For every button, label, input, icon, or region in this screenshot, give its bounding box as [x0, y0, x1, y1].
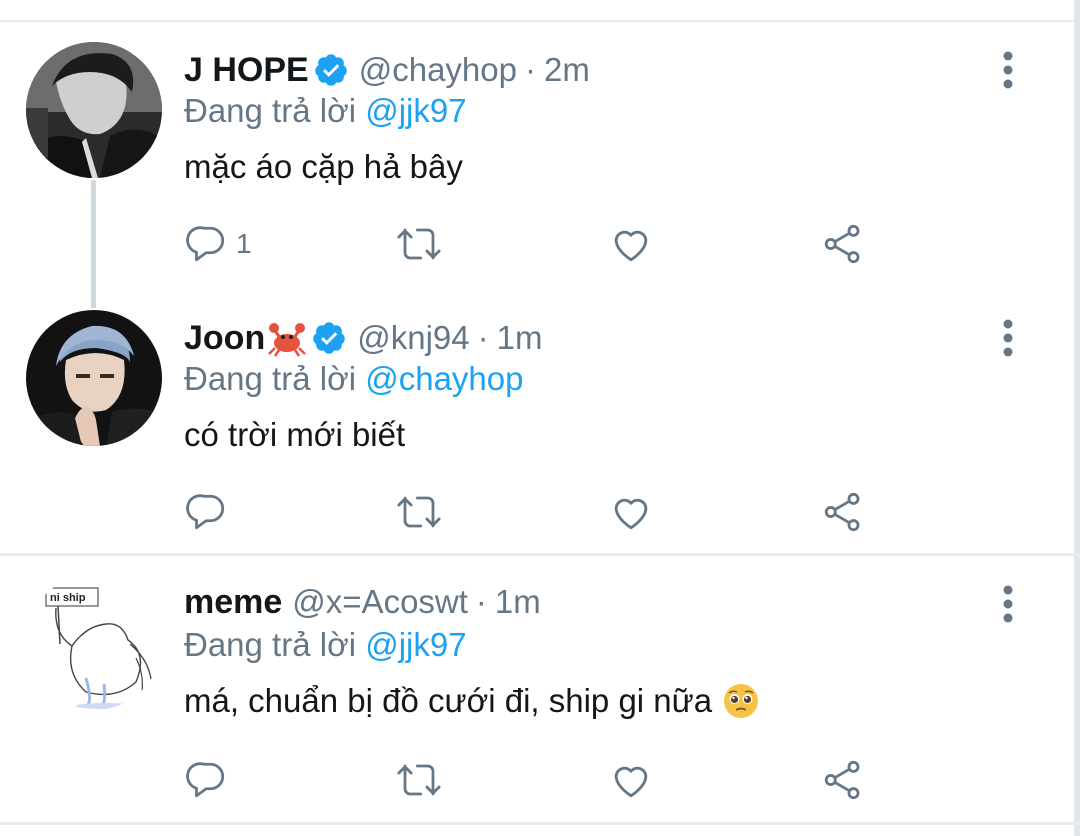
share-icon: [824, 760, 860, 800]
display-name[interactable]: J HOPE: [184, 51, 309, 90]
timestamp[interactable]: 1m: [495, 583, 541, 621]
mention-link[interactable]: @jjk97: [365, 92, 466, 129]
reply-button[interactable]: [186, 490, 228, 534]
replying-to-label: Đang trả lời: [184, 626, 357, 663]
replying-to: Đang trả lời @jjk97: [184, 92, 467, 130]
avatar-sign-text: ni ship: [50, 592, 86, 604]
more-icon[interactable]: [994, 50, 1022, 90]
handle[interactable]: @chayhop: [359, 51, 517, 89]
retweet-button[interactable]: [396, 222, 442, 266]
tweet-text-content: mặc áo cặp hả bây: [184, 148, 463, 185]
crab-emoji: [267, 318, 307, 358]
tweet-divider: [0, 822, 1080, 825]
mention-link[interactable]: @jjk97: [365, 626, 466, 663]
retweet-button[interactable]: [396, 758, 442, 802]
like-button[interactable]: [610, 758, 652, 802]
retweet-icon: [397, 496, 441, 528]
separator-dot: ·: [475, 583, 487, 620]
reply-button[interactable]: 1: [186, 222, 252, 266]
share-icon: [824, 224, 860, 264]
reply-icon: [186, 762, 225, 798]
verified-badge-icon: [311, 320, 347, 356]
more-icon[interactable]: [994, 318, 1022, 358]
tweet-text: mặc áo cặp hả bây: [184, 148, 463, 186]
reply-icon: [186, 226, 225, 262]
tweet-text: má, chuẩn bị đồ cưới đi, ship gi nữa: [184, 682, 760, 720]
scrollbar-track[interactable]: [1074, 0, 1080, 836]
avatar[interactable]: [26, 310, 162, 446]
like-button[interactable]: [610, 490, 652, 534]
handle[interactable]: @knj94: [357, 319, 469, 357]
separator-dot: ·: [524, 51, 536, 88]
separator-dot: ·: [477, 319, 489, 356]
verified-badge-icon: [313, 52, 349, 88]
reply-icon: [186, 494, 225, 530]
mention-link[interactable]: @chayhop: [365, 360, 523, 397]
avatar[interactable]: ni ship: [26, 574, 162, 710]
tweet-text: có trời mới biết: [184, 416, 405, 454]
reply-count: 1: [236, 228, 252, 259]
timestamp[interactable]: 1m: [497, 319, 543, 357]
retweet-icon: [397, 228, 441, 260]
replying-to-label: Đang trả lời: [184, 360, 357, 397]
more-icon[interactable]: [994, 584, 1022, 624]
share-button[interactable]: [822, 490, 864, 534]
tweet[interactable]: Joon @knj94 · 1m Đang trả lời @chayhop c…: [0, 290, 1074, 552]
replying-to-label: Đang trả lời: [184, 92, 357, 129]
replying-to: Đang trả lời @chayhop: [184, 360, 523, 398]
tweet-text-content: có trời mới biết: [184, 416, 406, 453]
replying-to: Đang trả lời @jjk97: [184, 626, 467, 664]
tweet[interactable]: J HOPE @chayhop · 2m Đang trả lời @jjk97…: [0, 22, 1074, 290]
like-icon: [614, 230, 648, 262]
avatar[interactable]: [26, 42, 162, 178]
display-name[interactable]: meme: [184, 583, 282, 622]
timestamp[interactable]: 2m: [544, 51, 590, 89]
like-button[interactable]: [610, 222, 652, 266]
retweet-icon: [397, 764, 441, 796]
share-button[interactable]: [822, 758, 864, 802]
reply-button[interactable]: [186, 758, 228, 802]
share-button[interactable]: [822, 222, 864, 266]
like-icon: [614, 498, 648, 530]
display-name[interactable]: Joon: [184, 319, 265, 358]
like-icon: [614, 766, 648, 798]
pleading-face-emoji: [722, 682, 760, 720]
retweet-button[interactable]: [396, 490, 442, 534]
timeline: J HOPE @chayhop · 2m Đang trả lời @jjk97…: [0, 0, 1080, 836]
share-icon: [824, 492, 860, 532]
handle[interactable]: @x=Acoswt: [292, 583, 468, 621]
tweet[interactable]: ni ship meme @x=Acoswt · 1m Đang trả lời…: [0, 556, 1074, 822]
tweet-text-content: má, chuẩn bị đồ cưới đi, ship gi nữa: [184, 682, 713, 719]
